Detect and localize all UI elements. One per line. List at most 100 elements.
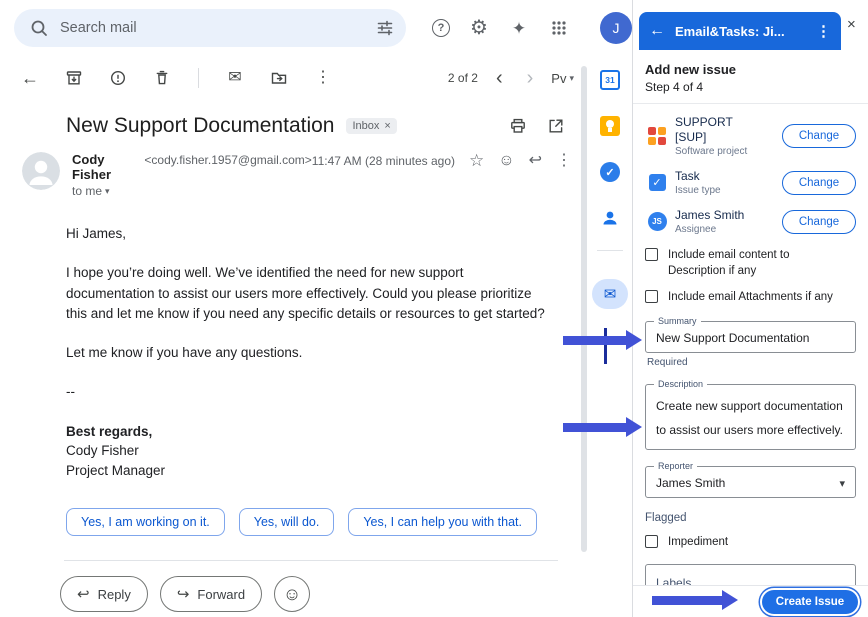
recipient-label: to me: [72, 184, 102, 198]
forward-arrow-icon: ↪: [177, 585, 190, 603]
panel-back-icon[interactable]: ←: [649, 22, 665, 40]
keep-icon[interactable]: [594, 110, 626, 142]
star-icon[interactable]: ☆: [469, 152, 484, 169]
signature-title: Project Manager: [66, 461, 548, 481]
assignee-initials: JS: [648, 212, 667, 231]
description-field[interactable]: Description Create new support documenta…: [645, 384, 856, 450]
signature-divider: --: [66, 382, 548, 402]
email-pane: ← ✉ ⋮ 2 of 2 ‹ ›: [0, 56, 588, 617]
panel-divider: [633, 103, 868, 104]
impediment-checkbox[interactable]: [645, 535, 658, 548]
labels-field[interactable]: Labels: [645, 564, 856, 585]
body-paragraph: I hope you’re doing well. We’ve identifi…: [66, 263, 548, 324]
email-scrollbar[interactable]: [581, 66, 587, 552]
gemini-sparkle-icon[interactable]: ✦: [508, 17, 530, 39]
body-paragraph: Let me know if you have any questions.: [66, 343, 548, 363]
search-options-tune-icon[interactable]: [374, 17, 396, 39]
create-issue-button[interactable]: Create Issue: [762, 590, 858, 614]
include-content-checkbox[interactable]: [645, 248, 658, 261]
forward-button-label: Forward: [197, 587, 245, 602]
topbar-actions: ? ⚙ ✦ J: [432, 12, 632, 44]
summary-field-label: Summary: [654, 316, 701, 326]
project-subtitle: Software project: [675, 146, 782, 157]
annotation-vertical-mark: [604, 328, 607, 364]
sender-name: Cody Fisher: [72, 152, 138, 182]
emoji-reaction-icon[interactable]: ☺: [498, 153, 514, 169]
reply-button[interactable]: ↩ Reply: [60, 576, 148, 612]
panel-header-row: ← Email&Tasks: Ji... ⋮ ×: [633, 0, 868, 50]
email-tasks-addon-icon[interactable]: ✉: [592, 279, 628, 309]
archive-icon[interactable]: [64, 68, 84, 88]
back-arrow-icon[interactable]: ←: [20, 68, 40, 88]
panel-footer: Create Issue: [633, 585, 868, 617]
reply-arrow-icon[interactable]: ↩: [529, 153, 542, 169]
remove-label-icon[interactable]: ×: [384, 120, 390, 132]
mail-toolbar: ← ✉ ⋮ 2 of 2 ‹ ›: [0, 56, 588, 100]
project-row: SUPPORT [SUP] Software project Change: [645, 115, 856, 157]
summary-field-value: New Support Documentation: [656, 331, 845, 345]
search-input[interactable]: [60, 20, 364, 36]
input-tools-button[interactable]: Pv ▾: [551, 71, 574, 86]
tasks-icon[interactable]: ✓: [594, 156, 626, 188]
newer-chevron-icon[interactable]: ‹: [490, 68, 509, 88]
sender-block: Cody Fisher <cody.fisher.1957@gmail.com>…: [72, 152, 312, 198]
change-assignee-button[interactable]: Change: [782, 210, 856, 234]
smart-reply-chip[interactable]: Yes, I can help you with that.: [348, 508, 537, 536]
sender-email: <cody.fisher.1957@gmail.com>: [144, 153, 311, 167]
inbox-label-text: Inbox: [352, 120, 379, 132]
contacts-icon[interactable]: [594, 202, 626, 234]
sender-avatar[interactable]: [22, 152, 60, 190]
include-content-label: Include email content to Description if …: [668, 247, 838, 279]
account-avatar[interactable]: J: [600, 12, 632, 44]
move-to-folder-icon[interactable]: [269, 68, 289, 88]
issue-type-name: Task: [675, 169, 757, 184]
search-icon[interactable]: [28, 17, 50, 39]
greeting-text: Hi James,: [66, 224, 548, 244]
tasks-check-icon: ✓: [600, 162, 620, 182]
forward-button[interactable]: ↪ Forward: [160, 576, 262, 612]
print-icon[interactable]: [508, 116, 528, 136]
dropdown-caret-icon: ▾: [839, 477, 845, 490]
description-field-label: Description: [654, 379, 707, 389]
calendar-icon[interactable]: 31: [594, 64, 626, 96]
reply-button-label: Reply: [98, 587, 131, 602]
toolbar-divider: [198, 68, 199, 88]
reporter-select[interactable]: Reporter James Smith ▾: [645, 466, 856, 498]
reply-arrow-icon: ↩: [77, 585, 90, 603]
search-bar[interactable]: [14, 9, 406, 47]
help-icon[interactable]: ?: [432, 19, 450, 37]
panel-more-icon[interactable]: ⋮: [816, 22, 831, 40]
summary-field[interactable]: Summary New Support Documentation: [645, 321, 856, 353]
subject-row: New Support Documentation Inbox ×: [0, 100, 588, 142]
assignee-subtitle: Assignee: [675, 224, 782, 235]
older-chevron-icon[interactable]: ›: [521, 68, 540, 88]
change-issue-type-button[interactable]: Change: [782, 171, 856, 195]
recipient-details-toggle[interactable]: to me ▾: [72, 184, 312, 198]
panel-close-icon[interactable]: ×: [847, 16, 856, 33]
more-options-icon[interactable]: ⋮: [556, 153, 572, 169]
mail-toolbar-right: 2 of 2 ‹ › Pv ▾: [448, 68, 574, 88]
add-reaction-button[interactable]: ☺: [274, 576, 310, 612]
email-subject: New Support Documentation: [66, 114, 334, 138]
apps-grid-icon[interactable]: [548, 17, 570, 39]
inbox-label-chip[interactable]: Inbox ×: [346, 118, 396, 134]
smart-reply-chip[interactable]: Yes, I am working on it.: [66, 508, 225, 536]
report-spam-icon[interactable]: [108, 68, 128, 88]
calendar-date-label: 31: [600, 70, 620, 90]
smart-reply-chip[interactable]: Yes, will do.: [239, 508, 335, 536]
settings-gear-icon[interactable]: ⚙: [468, 17, 490, 39]
jira-addon-panel: ← Email&Tasks: Ji... ⋮ × Add new issue S…: [632, 0, 868, 617]
panel-body: Add new issue Step 4 of 4 SUPPORT [SUP] …: [633, 50, 868, 585]
task-type-icon: ✓: [645, 174, 669, 191]
issue-type-row: ✓ Task Issue type Change: [645, 169, 856, 196]
mark-unread-envelope-icon[interactable]: ✉: [225, 68, 245, 88]
impediment-label: Impediment: [668, 534, 728, 550]
more-options-icon[interactable]: ⋮: [313, 68, 333, 88]
change-project-button[interactable]: Change: [782, 124, 856, 148]
include-attachments-checkbox[interactable]: [645, 290, 658, 303]
include-content-row: Include email content to Description if …: [645, 247, 856, 279]
open-in-new-icon[interactable]: [546, 116, 566, 136]
gmail-topbar: ? ⚙ ✦ J: [0, 0, 632, 56]
delete-trash-icon[interactable]: [152, 68, 172, 88]
assignee-name: James Smith: [675, 208, 757, 223]
